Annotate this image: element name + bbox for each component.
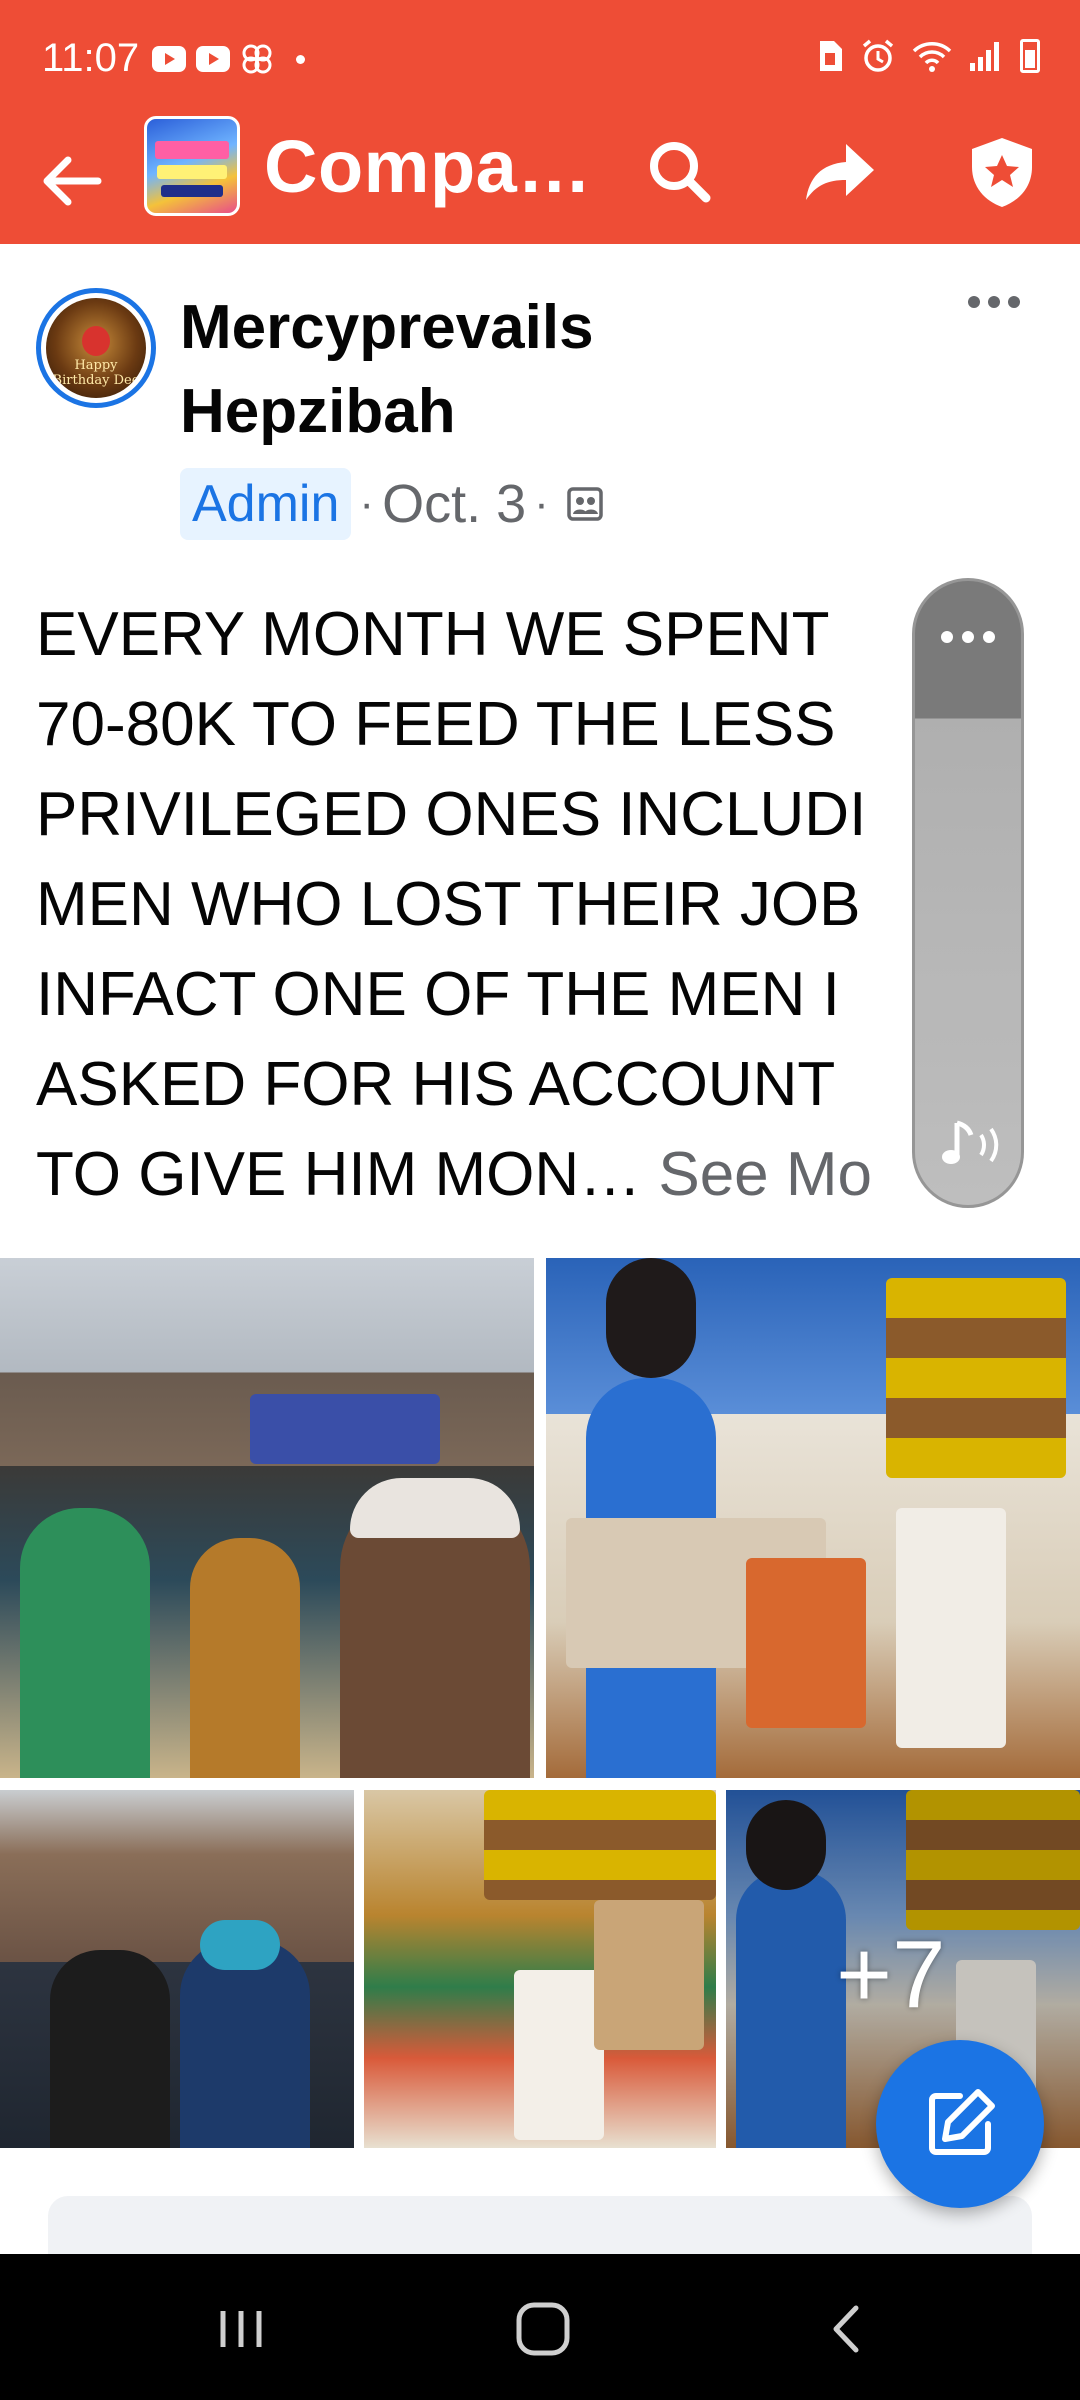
role-badge: Admin: [180, 468, 352, 540]
group-thumbnail[interactable]: [144, 116, 240, 216]
post-text-line: EVERY MONTH WE SPENT: [36, 600, 830, 669]
photo-person: [50, 1950, 170, 2148]
photo-cap: [200, 1920, 280, 1970]
photo-cap: [350, 1478, 520, 1538]
photo-headscarf: [606, 1258, 696, 1378]
photo-flour-bag: [896, 1508, 1006, 1748]
music-note-icon[interactable]: [941, 1115, 1005, 1171]
admin-shield-icon[interactable]: [962, 132, 1042, 212]
photo-crates: [746, 1558, 866, 1728]
photo-flour-bag: [514, 1970, 604, 2140]
edit-icon: [929, 2089, 995, 2155]
next-post-card: [48, 2196, 1032, 2254]
group-thumb-band: [157, 165, 227, 179]
meta-separator: ·: [359, 479, 375, 528]
recents-icon[interactable]: [206, 2294, 276, 2364]
post-text-line: TO GIVE HIM MON…: [36, 1140, 659, 1209]
avatar-caption: Happy Birthday Dee: [52, 358, 140, 388]
back-icon[interactable]: [812, 2294, 882, 2364]
battery-icon: [1020, 39, 1040, 73]
group-members-icon: [567, 487, 603, 521]
group-thumb-band: [161, 185, 223, 197]
search-icon[interactable]: [640, 132, 720, 212]
alarm-icon: [862, 39, 894, 72]
music-floating-pill[interactable]: [912, 578, 1024, 1208]
post-more-options-icon[interactable]: [968, 290, 1032, 314]
pill-more-icon[interactable]: [941, 631, 995, 643]
post-meta: Admin · Oct. 3 ·: [180, 468, 605, 540]
pinwheel-icon: [242, 44, 272, 74]
home-icon[interactable]: [508, 2294, 578, 2364]
avatar-face: [82, 326, 110, 356]
see-more-link[interactable]: See Mo: [658, 1140, 872, 1209]
youtube-icon: [196, 46, 230, 72]
app-bar: Compa…: [0, 116, 1080, 244]
photo-wall-stripes: [886, 1278, 1066, 1478]
post-text-last-line: TO GIVE HIM MON… See Mo: [36, 1130, 1046, 1220]
post-body: EVERY MONTH WE SPENT 70-80K TO FEED THE …: [36, 590, 1046, 1220]
post-text-line: PRIVILEGED ONES INCLUDI: [36, 780, 867, 849]
status-time: 11:07: [42, 36, 140, 80]
status-notification-icons: [152, 42, 305, 76]
post-text-line: 70-80K TO FEED THE LESS: [36, 690, 836, 759]
dot-icon: [296, 54, 305, 64]
back-arrow-icon[interactable]: [36, 146, 106, 216]
photo-wall-stripes: [484, 1790, 716, 1900]
post-text-line: MEN WHO LOST THEIR JOB: [36, 870, 861, 939]
post-photo[interactable]: [0, 1790, 354, 2148]
share-icon[interactable]: [800, 132, 880, 212]
post-photo[interactable]: [546, 1258, 1080, 1778]
photo-person: [180, 1940, 310, 2148]
avatar-image: Happy Birthday Dee: [46, 298, 146, 398]
post-text-line: INFACT ONE OF THE MEN I: [36, 960, 840, 1029]
author-avatar[interactable]: Happy Birthday Dee: [36, 288, 156, 408]
photo-banner: [250, 1394, 440, 1464]
system-nav-bar: [0, 2254, 1080, 2400]
signal-icon: [970, 42, 999, 71]
compose-post-button[interactable]: [876, 2040, 1044, 2208]
top-bar: 11:07 Compa…: [0, 0, 1080, 244]
status-system-icons: [816, 38, 1040, 74]
author-name[interactable]: Mercyprevails Hepzibah: [180, 286, 820, 454]
photo-person: [20, 1508, 150, 1778]
post-date[interactable]: Oct. 3: [382, 473, 526, 535]
youtube-icon: [152, 46, 186, 72]
photo-person: [190, 1538, 300, 1778]
post-photo[interactable]: [364, 1790, 716, 2148]
wifi-icon: [912, 42, 952, 72]
group-title[interactable]: Compa…: [264, 124, 592, 209]
post-photo[interactable]: [0, 1258, 534, 1778]
photo-carton: [594, 1900, 704, 2050]
status-bar: 11:07: [0, 0, 1080, 120]
sim-icon: [820, 41, 842, 71]
group-thumb-band: [155, 141, 229, 159]
post-text-line: ASKED FOR HIS ACCOUNT: [36, 1050, 836, 1119]
meta-separator: ·: [534, 479, 549, 528]
more-photos-count[interactable]: +7: [836, 1920, 945, 2030]
